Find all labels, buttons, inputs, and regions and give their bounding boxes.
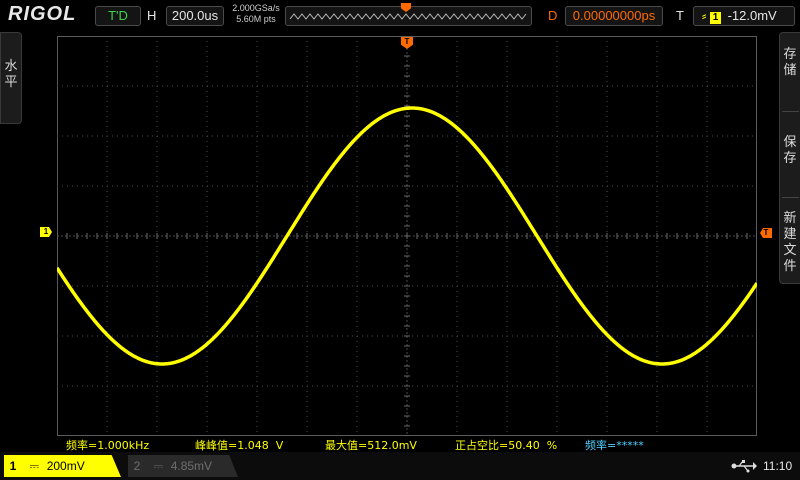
trigger-channel-badge: 1 [709,12,721,24]
dc-coupling-icon: ⎓ [29,459,40,473]
trigger-label: T [676,8,684,23]
timebase-value[interactable]: 200.0us [166,6,224,26]
clock-time: 11:10 [763,459,793,473]
menu-item-new-file[interactable]: 新建文件 [780,211,800,275]
meas-peak-to-peak: 峰峰值=1.048 V [195,439,284,452]
meas-duty-cycle: 正占空比=50.40 % [455,439,558,452]
sample-rate: 2.000GSa/s [232,3,280,13]
storage-menu-panel[interactable]: 存储 保存 新建文件 [779,32,800,284]
ch1-number: 1 [9,459,17,473]
ch1-settings[interactable]: 1 ⎓ 200mV [4,455,121,477]
ch2-number: 2 [133,459,141,473]
ch1-scale: 200mV [46,459,85,473]
usb-icon [731,460,757,473]
graticule [57,36,757,436]
trigger-edge-icon: ⸗ [702,8,707,23]
horizontal-label: H [147,8,157,23]
delay-label: D [548,8,558,23]
trigger-level-marker[interactable]: T [760,228,772,238]
ch2-settings[interactable]: 2 ⎓ 4.85mV [128,455,238,477]
trigger-settings[interactable]: ⸗ 1 -12.0mV [693,6,795,26]
ch2-scale: 4.85mV [170,459,213,473]
memory-depth: 5.60M pts [236,14,276,24]
trigger-level: -12.0mV [727,8,777,23]
menu-divider [782,111,799,112]
ch1-reference-marker[interactable]: 1 [40,227,52,237]
menu-item-storage[interactable]: 存储 [780,47,800,79]
horizontal-menu-label: 水平 [4,59,18,90]
acquisition-info: 2.000GSa/s 5.60M pts [230,3,282,25]
meas-frequency: 频率=1.000kHz [66,439,150,452]
menu-item-save[interactable]: 保存 [780,135,800,167]
brand-logo: RIGOL [8,3,77,25]
meas-maximum: 最大值=512.0mV [325,439,417,452]
run-status-indicator[interactable]: T'D [95,6,141,26]
menu-divider [782,197,799,198]
delay-value[interactable]: 0.00000000ps [565,6,663,26]
dc-coupling-icon: ⎓ [153,459,164,473]
meas-frequency-2: 频率=***** [585,439,644,452]
waveform-display[interactable] [57,36,757,436]
horizontal-menu-tab[interactable]: 水平 [0,32,22,124]
